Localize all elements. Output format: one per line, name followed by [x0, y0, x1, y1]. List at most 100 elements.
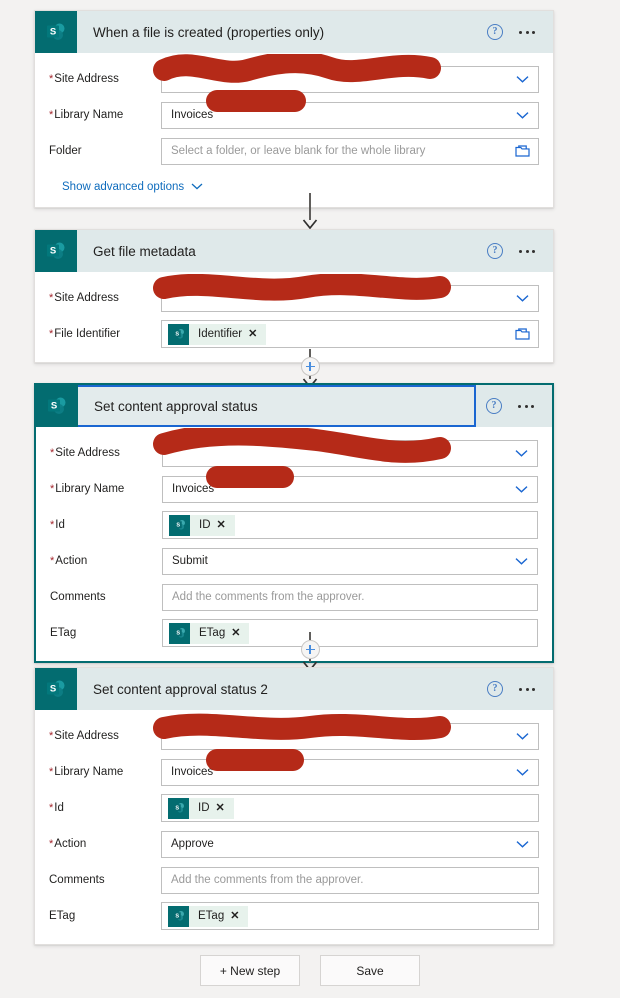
library-name-dropdown[interactable]: Invoices [161, 758, 539, 786]
more-options-icon[interactable] [516, 401, 536, 412]
svg-text:S: S [175, 331, 179, 337]
site-address-dropdown[interactable] [161, 722, 539, 750]
required-asterisk: * [50, 483, 55, 495]
folder-picker[interactable]: Select a folder, or leave blank for the … [161, 137, 539, 165]
show-advanced-options-link[interactable]: Show advanced options [62, 181, 203, 193]
library-name-dropdown[interactable]: Invoices [161, 101, 539, 129]
dynamic-content-token[interactable]: S ID ✕ [168, 797, 234, 819]
required-asterisk: * [49, 838, 54, 850]
token-label: ID [198, 802, 210, 814]
field-row-site-address: *Site Address [49, 65, 539, 93]
help-icon[interactable]: ? [487, 243, 503, 259]
field-value: Invoices [171, 766, 214, 778]
dynamic-content-token[interactable]: S Identifier ✕ [168, 323, 267, 345]
flow-card-get-file-metadata[interactable]: S Get file metadata ? *Site Address *Fil… [34, 229, 554, 363]
chevron-down-icon[interactable] [516, 840, 529, 848]
chevron-down-icon[interactable] [516, 294, 529, 302]
field-placeholder: Select a folder, or leave blank for the … [171, 145, 426, 157]
insert-step-button[interactable] [300, 357, 320, 376]
card-body: *Site Address *Library Name Invoices [35, 710, 553, 944]
card-body: *Site Address *Library Name Invoices [35, 53, 553, 207]
remove-token-icon[interactable]: ✕ [248, 328, 266, 340]
sharepoint-icon: S [169, 514, 190, 536]
save-button[interactable]: Save [320, 955, 420, 986]
action-dropdown[interactable]: Approve [161, 830, 539, 858]
field-row-comments: Comments Add the comments from the appro… [49, 866, 539, 894]
help-icon[interactable]: ? [487, 681, 503, 697]
chevron-down-icon[interactable] [516, 111, 529, 119]
card-header[interactable]: S Set content approval status ? [36, 385, 552, 427]
field-label: *Library Name [49, 109, 124, 121]
field-row-etag: ETag S ETag ✕ [49, 902, 539, 930]
card-body: *Site Address *Library Name Invoices [36, 427, 552, 661]
card-title-input[interactable]: Set content approval status [78, 385, 476, 427]
chevron-down-icon[interactable] [516, 732, 529, 740]
field-label: *Library Name [49, 766, 124, 778]
id-field[interactable]: S ID ✕ [162, 511, 538, 539]
card-header[interactable]: S Set content approval status 2 ? [35, 668, 553, 710]
field-row-action: *Action Approve [49, 830, 539, 858]
required-asterisk: * [50, 447, 55, 459]
flow-card-set-content-approval-status[interactable]: S Set content approval status ? *Site Ad… [34, 383, 554, 663]
action-dropdown[interactable]: Submit [162, 547, 538, 575]
dynamic-content-token[interactable]: S ID ✕ [169, 514, 235, 536]
more-options-icon[interactable] [517, 27, 537, 38]
token-label: ID [199, 519, 211, 531]
flow-card-set-content-approval-status-2[interactable]: S Set content approval status 2 ? *Site … [34, 667, 554, 945]
field-label: *Id [49, 802, 64, 814]
comments-input[interactable]: Add the comments from the approver. [161, 866, 539, 894]
chevron-down-icon[interactable] [516, 75, 529, 83]
library-name-dropdown[interactable]: Invoices [162, 475, 538, 503]
card-header[interactable]: S When a file is created (properties onl… [35, 11, 553, 53]
site-address-dropdown[interactable] [161, 284, 539, 312]
flow-card-when-a-file-is-created[interactable]: S When a file is created (properties onl… [34, 10, 554, 208]
dynamic-content-token[interactable]: S ETag ✕ [168, 905, 249, 927]
site-address-dropdown[interactable] [162, 439, 538, 467]
card-title: Get file metadata [93, 243, 196, 259]
field-label: *Site Address [49, 730, 119, 742]
card-title-input[interactable]: Get file metadata [77, 230, 477, 272]
folder-icon[interactable] [515, 145, 530, 158]
required-asterisk: * [49, 73, 54, 85]
insert-step-button[interactable] [300, 640, 320, 659]
required-asterisk: * [49, 766, 54, 778]
field-value: Invoices [171, 109, 214, 121]
required-asterisk: * [50, 519, 55, 531]
comments-input[interactable]: Add the comments from the approver. [162, 583, 538, 611]
field-label: *Action [49, 838, 87, 850]
svg-text:S: S [51, 400, 57, 411]
field-label: *Site Address [49, 292, 119, 304]
help-icon[interactable]: ? [486, 398, 502, 414]
new-step-button[interactable]: + New step [200, 955, 300, 986]
folder-icon[interactable] [515, 328, 530, 341]
chevron-down-icon[interactable] [516, 768, 529, 776]
card-title-input[interactable]: When a file is created (properties only) [77, 11, 477, 53]
chevron-down-icon[interactable] [515, 485, 528, 493]
etag-field[interactable]: S ETag ✕ [161, 902, 539, 930]
field-placeholder: Add the comments from the approver. [171, 874, 364, 886]
file-identifier-picker[interactable]: S Identifier ✕ [161, 320, 539, 348]
field-row-folder: Folder Select a folder, or leave blank f… [49, 137, 539, 165]
field-label: *Site Address [49, 73, 119, 85]
card-title-input[interactable]: Set content approval status 2 [77, 668, 477, 710]
field-label: Comments [50, 591, 106, 603]
help-icon[interactable]: ? [487, 24, 503, 40]
token-label: Identifier [198, 328, 243, 340]
card-header[interactable]: S Get file metadata ? [35, 230, 553, 272]
more-options-icon[interactable] [517, 246, 537, 257]
remove-token-icon[interactable]: ✕ [217, 519, 235, 531]
required-asterisk: * [49, 292, 54, 304]
chevron-down-icon[interactable] [515, 449, 528, 457]
more-options-icon[interactable] [517, 684, 537, 695]
field-row-site-address: *Site Address [49, 722, 539, 750]
site-address-dropdown[interactable] [161, 65, 539, 93]
required-asterisk: * [49, 730, 54, 742]
remove-token-icon[interactable]: ✕ [216, 802, 234, 814]
required-asterisk: * [49, 802, 54, 814]
field-value: Approve [171, 838, 214, 850]
chevron-down-icon[interactable] [515, 557, 528, 565]
card-header-actions: ? [477, 230, 553, 272]
remove-token-icon[interactable]: ✕ [230, 910, 248, 922]
id-field[interactable]: S ID ✕ [161, 794, 539, 822]
field-value: Submit [172, 555, 208, 567]
